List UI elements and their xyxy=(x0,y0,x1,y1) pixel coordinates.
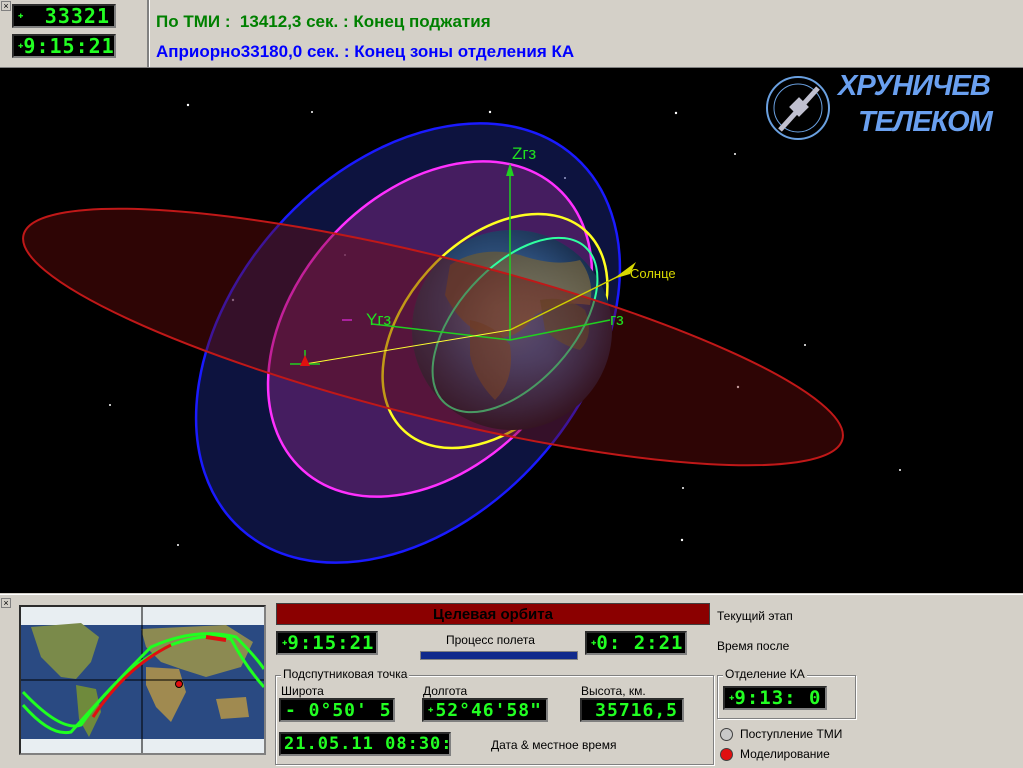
flight-time-value: 9:15:21 xyxy=(287,632,375,654)
logo-text-line1: ХРУНИЧЕВ xyxy=(838,70,991,102)
datetime-value: 21.05.11 08:30:40 xyxy=(284,734,451,754)
datetime-display: 21.05.11 08:30:40 xyxy=(279,732,451,756)
axis-y-label: Yгз xyxy=(366,310,392,329)
time-after-value: 0: 2:21 xyxy=(596,632,684,654)
logo-emblem-icon xyxy=(766,76,830,140)
tmi-status-line: По ТМИ : 13412,3 сек. : Конец поджатия xyxy=(156,12,491,31)
time-after-label: Время после xyxy=(717,639,790,653)
separation-display: ✚ 9:13: 0 xyxy=(723,686,827,710)
radio-tmi-icon[interactable] xyxy=(720,727,733,741)
altitude-display: 35716,5 xyxy=(580,698,684,722)
longitude-display: ✚ 52°46'58" xyxy=(422,698,548,722)
stage-title: Целевая орбита xyxy=(433,605,553,623)
flight-progress-fill xyxy=(421,652,577,659)
top-bar: × ✚ 33321 ✚ 9:15:21 По ТМИ : 13412,3 сек… xyxy=(0,0,1023,68)
clock-display: ✚ 9:15:21 xyxy=(12,34,116,58)
company-logo: ХРУНИЧЕВ ТЕЛЕКОМ xyxy=(760,68,1020,148)
flight-progress-bar xyxy=(420,651,578,660)
close-top-panel-icon[interactable]: × xyxy=(1,1,11,11)
sun-label: Солнце xyxy=(630,266,676,281)
display-marker-icon: ✚ xyxy=(591,638,597,648)
radio-tmi[interactable]: Поступление ТМИ xyxy=(720,726,842,742)
current-stage-label: Текущий этап xyxy=(717,609,793,623)
display-marker-icon: ✚ xyxy=(18,11,24,21)
latitude-value: - 0°50' 5" xyxy=(285,699,395,721)
logo-text-line2: ТЕЛЕКОМ xyxy=(858,106,993,138)
latitude-label: Широта xyxy=(281,684,324,698)
counter-value: 33321 xyxy=(44,4,110,28)
flight-process-label: Процесс полета xyxy=(446,633,535,647)
axis-x-label: гз xyxy=(610,310,624,329)
datetime-label: Дата & местное время xyxy=(491,738,617,752)
time-after-display: ✚ 0: 2:21 xyxy=(585,631,687,655)
subsatellite-point-group: Подспутниковая точка Широта Долгота Высо… xyxy=(275,667,714,765)
orbit-3d-view[interactable]: Zгз Yгз гз Солнце ХРУНИЧЕВ ТЕЛЕКОМ xyxy=(0,68,1023,593)
latitude-display: - 0°50' 5" xyxy=(279,698,395,722)
radio-model-label: Моделирование xyxy=(740,747,830,761)
display-marker-icon: ✚ xyxy=(282,638,288,648)
clock-value: 9:15:21 xyxy=(23,34,115,58)
close-bottom-panel-icon[interactable]: × xyxy=(1,598,11,608)
separation-group: Отделение КА ✚ 9:13: 0 xyxy=(717,667,856,719)
longitude-label: Долгота xyxy=(423,684,468,698)
separation-group-title: Отделение КА xyxy=(723,667,807,681)
radio-model-icon[interactable] xyxy=(720,747,733,761)
axis-z-label: Zгз xyxy=(512,144,537,163)
altitude-value: 35716,5 xyxy=(595,699,678,721)
subsatellite-group-title: Подспутниковая точка xyxy=(281,667,410,681)
longitude-value: 52°46'58" xyxy=(435,699,542,721)
radio-tmi-label: Поступление ТМИ xyxy=(740,727,843,741)
counter-display: ✚ 33321 xyxy=(12,4,116,28)
stage-title-bar: Целевая орбита xyxy=(276,603,710,625)
top-divider xyxy=(147,0,150,67)
altitude-label: Высота, км. xyxy=(581,684,646,698)
display-marker-icon: ✚ xyxy=(18,41,24,51)
world-map[interactable] xyxy=(19,605,266,755)
display-marker-icon: ✚ xyxy=(428,705,434,715)
ground-track-svg xyxy=(21,607,264,753)
display-marker-icon: ✚ xyxy=(729,693,735,703)
separation-value: 9:13: 0 xyxy=(734,687,822,709)
apriori-status-line: Априорно33180,0 сек. : Конец зоны отделе… xyxy=(156,42,575,61)
radio-model[interactable]: Моделирование xyxy=(720,746,830,762)
bottom-panel: × Целевая орбита Текущий этап ✚ 9:15:21 … xyxy=(0,594,1023,768)
flight-time-display: ✚ 9:15:21 xyxy=(276,631,378,655)
